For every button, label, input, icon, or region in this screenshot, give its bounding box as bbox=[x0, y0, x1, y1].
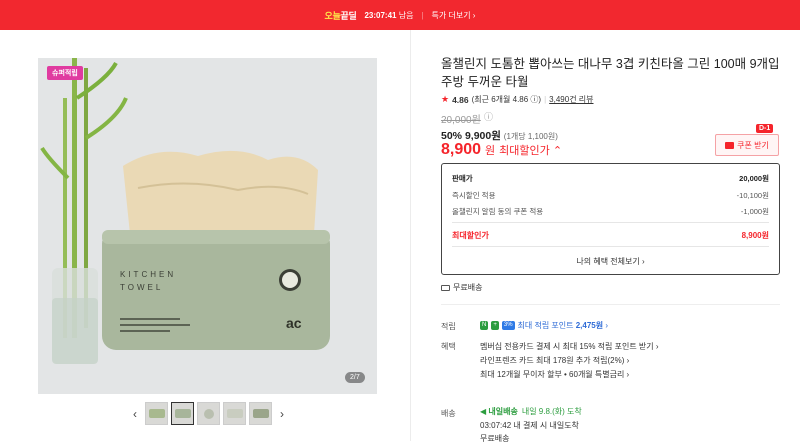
product-main-image[interactable]: KITCHEN TOWEL ac bbox=[38, 58, 377, 394]
point-text: 최대 적립 포인트 2,475원 › bbox=[517, 321, 609, 330]
coupon-dday-tag: D-1 bbox=[756, 124, 774, 133]
thumbnail-active[interactable] bbox=[171, 402, 194, 425]
row-value: -1,000원 bbox=[740, 207, 769, 216]
delivery-free: 무료배송 bbox=[480, 434, 510, 443]
promo-more-link[interactable]: 특가 더보기 › bbox=[432, 10, 476, 21]
star-icon: ★ bbox=[441, 94, 450, 104]
row-value: 20,000원 bbox=[739, 174, 769, 183]
thumbnail-strip: ‹ › bbox=[128, 402, 289, 425]
point-label: 적립 bbox=[441, 322, 456, 331]
price-row-max: 최대할인가 8,900원 bbox=[452, 230, 769, 241]
thumbnail[interactable] bbox=[197, 402, 220, 425]
promo-brand: 오늘끝딜 bbox=[324, 10, 357, 21]
original-price: 20,000원 bbox=[441, 115, 481, 126]
super-point-badge: 슈퍼적립 bbox=[47, 66, 83, 80]
rating-detail: (최근 6개월 4.86 ⓘ) bbox=[471, 95, 542, 104]
price-divider bbox=[452, 246, 769, 247]
row-value: -10,100원 bbox=[736, 191, 769, 200]
price-row-list: 판매가 20,000원 bbox=[452, 173, 769, 184]
price-row-instant: 즉시할인 적용 -10,100원 bbox=[452, 190, 769, 201]
thumbnail[interactable] bbox=[145, 402, 168, 425]
coupon-download-button[interactable]: 쿠폰 받기 bbox=[715, 134, 779, 156]
promo-divider: | bbox=[421, 10, 424, 20]
max-price-value: 8,900 bbox=[441, 141, 482, 158]
delivery-date: 내일 9.8.(화) 도착 bbox=[521, 407, 582, 416]
max-price-won: 원 bbox=[485, 145, 496, 157]
rating-score: 4.86 bbox=[452, 94, 469, 105]
naver-pay-icon: N bbox=[480, 321, 489, 330]
point-row[interactable]: N + 3% 최대 적립 포인트 2,475원 › bbox=[480, 320, 608, 331]
section-divider bbox=[441, 304, 780, 305]
product-photo: KITCHEN TOWEL ac bbox=[38, 58, 377, 394]
tomorrow-delivery-badge: ◀ 내일배송 bbox=[480, 407, 518, 416]
rating-row[interactable]: ★ 4.86 (최근 6개월 4.86 ⓘ) | 3,490건 리뷰 bbox=[441, 94, 594, 105]
row-label: 최대할인가 bbox=[452, 231, 489, 240]
delivery-sub: 03:07:42 내 결제 시 내일도착 bbox=[480, 421, 579, 430]
promo-timer: 23:07:41 남음 bbox=[364, 10, 414, 20]
price-row-coupon: 올챌린지 알림 동의 쿠폰 적용 -1,000원 bbox=[452, 206, 769, 217]
thumbnail[interactable] bbox=[223, 402, 246, 425]
benefit-line-installment[interactable]: 최대 12개월 무이자 할부 • 60개월 특별금리 › bbox=[480, 369, 629, 380]
benefit-all-link[interactable]: 나의 혜택 전체보기 › bbox=[442, 256, 779, 267]
row-value: 8,900원 bbox=[741, 231, 769, 240]
delivery-label: 배송 bbox=[441, 409, 456, 418]
coupon-icon bbox=[725, 141, 735, 149]
promo-bar[interactable]: 오늘끝딜 23:07:41 남음 | 특가 더보기 › bbox=[0, 0, 800, 30]
percent-icon: 3% bbox=[501, 321, 515, 330]
product-title: 올챌린지 도톰한 뽑아쓰는 대나무 3겹 키친타올 그린 100매 9개입 주방… bbox=[441, 57, 780, 89]
benefit-label: 혜택 bbox=[441, 342, 456, 351]
rating-divider: | bbox=[544, 95, 547, 104]
max-discount-price[interactable]: 8,900 원 최대할인가 ⌃ bbox=[441, 141, 562, 159]
price-divider bbox=[452, 222, 769, 223]
benefit-line-membership[interactable]: 멤버십 전용카드 결제 시 최대 15% 적립 포인트 받기 › bbox=[480, 341, 659, 352]
row-label: 즉시할인 적용 bbox=[452, 191, 496, 200]
truck-icon bbox=[441, 284, 450, 291]
coupon-label: 쿠폰 받기 bbox=[737, 140, 769, 150]
row-label: 판매가 bbox=[452, 174, 473, 183]
benefit-line-card[interactable]: 라인프렌즈 카드 최대 178원 추가 적립(2%) › bbox=[480, 355, 629, 366]
thumbnail[interactable] bbox=[249, 402, 272, 425]
delivery-row[interactable]: ◀ 내일배송 내일 9.8.(화) 도착 bbox=[480, 406, 582, 417]
free-shipping-label: 무료배송 bbox=[453, 283, 483, 292]
review-count-link[interactable]: 3,490건 리뷰 bbox=[549, 94, 593, 105]
svg-text:KITCHEN: KITCHEN bbox=[120, 270, 176, 279]
thumb-prev-icon[interactable]: ‹ bbox=[128, 407, 142, 421]
thumb-next-icon[interactable]: › bbox=[275, 407, 289, 421]
unit-price: (1개당 1,100원) bbox=[503, 132, 558, 141]
plus-icon: + bbox=[491, 321, 499, 330]
image-counter: 2/7 bbox=[345, 372, 365, 383]
info-icon[interactable]: ⓘ bbox=[484, 110, 493, 123]
svg-text:TOWEL: TOWEL bbox=[120, 283, 163, 292]
max-price-label: 최대할인가 ⌃ bbox=[499, 145, 563, 157]
price-breakdown-box: 판매가 20,000원 즉시할인 적용 -10,100원 올챌린지 알림 동의 … bbox=[441, 163, 780, 275]
free-shipping: 무료배송 bbox=[441, 282, 482, 293]
row-label: 올챌린지 알림 동의 쿠폰 적용 bbox=[452, 207, 544, 216]
svg-text:ac: ac bbox=[286, 315, 302, 331]
column-divider bbox=[410, 30, 411, 441]
